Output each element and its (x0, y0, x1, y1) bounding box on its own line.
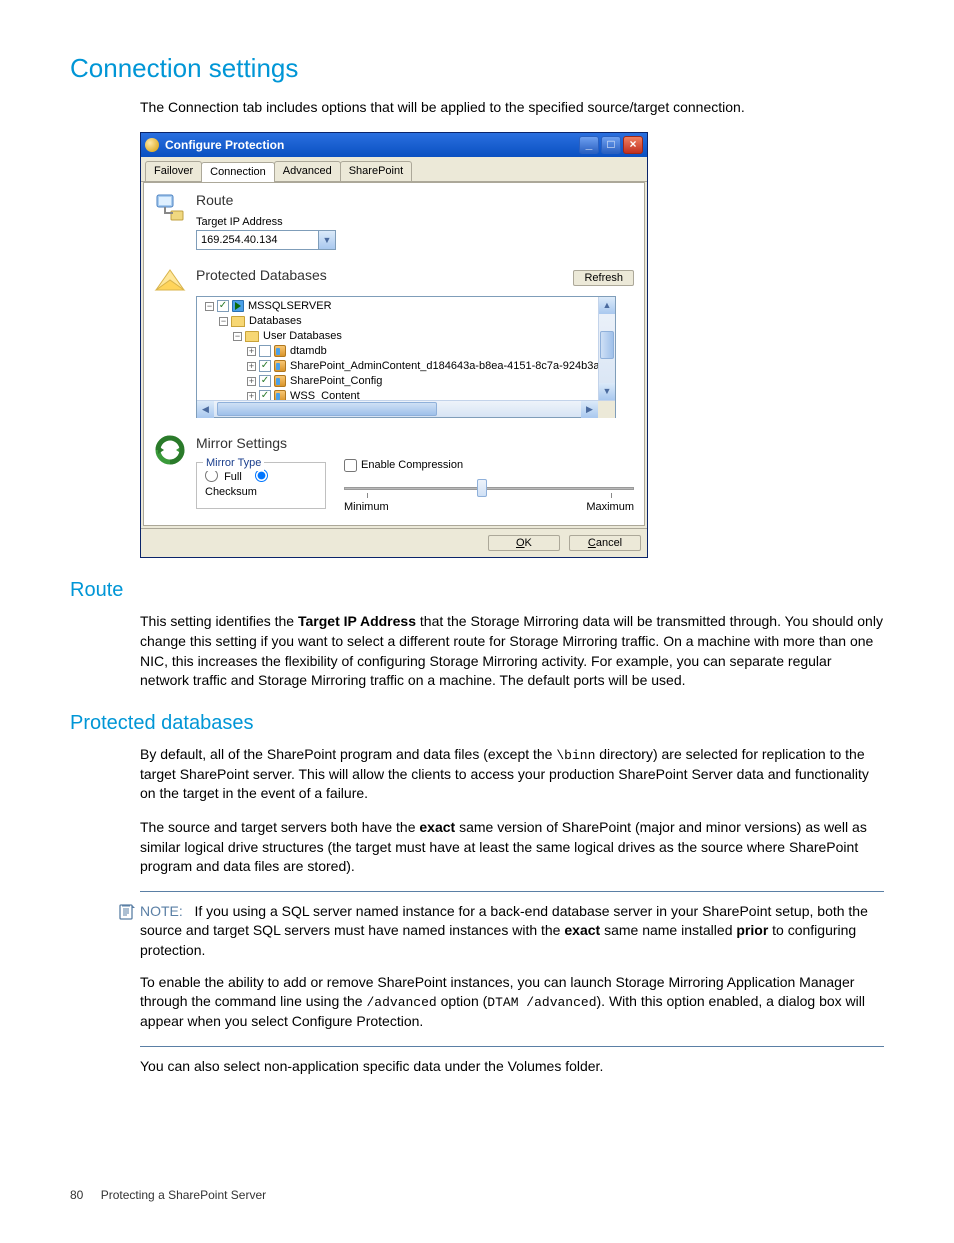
route-section: Route Target IP Address 169.254.40.134 ▼ (144, 183, 644, 258)
target-ip-label: Target IP Address (196, 215, 634, 230)
folder-icon (245, 331, 259, 342)
slider-min-label: Minimum (344, 500, 389, 515)
mirror-type-legend: Mirror Type (203, 456, 264, 471)
slider-max-label: Maximum (586, 500, 634, 515)
mirror-title: Mirror Settings (196, 434, 634, 454)
window-title: Configure Protection (165, 137, 577, 154)
scroll-corner (598, 401, 615, 418)
tab-connection[interactable]: Connection (201, 162, 275, 182)
db-icon (274, 345, 286, 357)
tree-node-label: MSSQLSERVER (248, 299, 332, 314)
dialog-button-bar: OK Cancel (141, 528, 647, 557)
vertical-scrollbar[interactable]: ▲ ▼ (598, 297, 615, 400)
folder-icon (231, 316, 245, 327)
checkbox[interactable] (259, 375, 271, 387)
mirror-section: Mirror Settings Mirror Type Full Checksu… (144, 426, 644, 525)
tree-node-label: Databases (249, 314, 302, 329)
chapter-title: Protecting a SharePoint Server (101, 1188, 266, 1202)
tree-node-label: SharePoint_Config (290, 374, 382, 389)
intro-text: The Connection tab includes options that… (140, 98, 884, 118)
compression-slider[interactable]: Minimum Maximum (344, 483, 634, 511)
expander-icon[interactable]: − (205, 302, 214, 311)
note-label: NOTE: (140, 903, 183, 919)
checksum-radio-label: Checksum (205, 486, 257, 498)
protected-db-title: Protected Databases (196, 266, 573, 286)
full-radio-label: Full (224, 471, 242, 483)
full-radio[interactable]: Full (205, 471, 242, 483)
maximize-button[interactable]: □ (601, 136, 621, 154)
configure-protection-screenshot: Configure Protection _ □ × Failover Conn… (140, 132, 884, 558)
checkbox[interactable] (259, 345, 271, 357)
enable-compression-label: Enable Compression (361, 458, 463, 473)
note-icon (118, 903, 140, 1032)
scroll-thumb[interactable] (600, 331, 614, 359)
app-icon (145, 138, 159, 152)
pd-paragraph-2: The source and target servers both have … (140, 818, 884, 877)
tree-node-label: dtamdb (290, 344, 327, 359)
expander-icon[interactable]: − (219, 317, 228, 326)
window-titlebar: Configure Protection _ □ × (141, 133, 647, 157)
window-client-area: Route Target IP Address 169.254.40.134 ▼… (143, 182, 645, 526)
checkbox[interactable] (259, 360, 271, 372)
tab-sharepoint[interactable]: SharePoint (340, 161, 412, 181)
mirror-icon (154, 434, 188, 466)
cancel-button[interactable]: Cancel (569, 535, 641, 551)
pd-paragraph-1: By default, all of the SharePoint progra… (140, 745, 884, 804)
envelope-icon (154, 266, 188, 294)
expander-icon[interactable]: + (247, 377, 256, 386)
protected-db-section: Protected Databases Refresh − MSSQLSERVER… (144, 258, 644, 426)
protected-databases-heading: Protected databases (70, 709, 884, 737)
db-tree[interactable]: −MSSQLSERVER −Databases −User Databases … (196, 296, 616, 418)
ok-button[interactable]: OK (488, 535, 560, 551)
db-icon (274, 360, 286, 372)
closing-paragraph: You can also select non-application spec… (140, 1057, 884, 1077)
expander-icon[interactable]: + (247, 362, 256, 371)
target-ip-combo[interactable]: 169.254.40.134 ▼ (196, 230, 336, 250)
minimize-button[interactable]: _ (579, 136, 599, 154)
tree-node-label: SharePoint_AdminContent_d184643a-b8ea-41… (290, 359, 606, 374)
note-divider-top (140, 891, 884, 892)
enable-compression-checkbox[interactable]: Enable Compression (344, 458, 634, 473)
page-number: 80 (70, 1188, 83, 1202)
page-title: Connection settings (70, 50, 884, 86)
route-paragraph: This setting identifies the Target IP Ad… (140, 612, 884, 690)
tab-strip: Failover Connection Advanced SharePoint (141, 157, 647, 182)
horizontal-scrollbar[interactable]: ◀ ▶ (197, 400, 615, 417)
tab-failover[interactable]: Failover (145, 161, 202, 181)
route-heading: Route (70, 576, 884, 604)
expander-icon[interactable]: + (247, 347, 256, 356)
note-divider-bottom (140, 1046, 884, 1047)
chevron-down-icon[interactable]: ▼ (318, 231, 335, 249)
tab-advanced[interactable]: Advanced (274, 161, 341, 181)
scroll-right-icon[interactable]: ▶ (581, 401, 598, 418)
tree-node-label: User Databases (263, 329, 342, 344)
refresh-button[interactable]: Refresh (573, 270, 634, 286)
note-block: NOTE: If you using a SQL server named in… (118, 902, 884, 1032)
expander-icon[interactable]: − (233, 332, 242, 341)
scroll-down-icon[interactable]: ▼ (599, 383, 615, 400)
scroll-left-icon[interactable]: ◀ (197, 401, 214, 418)
slider-thumb[interactable] (477, 479, 487, 497)
close-button[interactable]: × (623, 136, 643, 154)
page-footer: 80 Protecting a SharePoint Server (70, 1187, 884, 1204)
scroll-thumb[interactable] (217, 402, 437, 416)
route-title: Route (196, 191, 634, 211)
route-icon (154, 191, 188, 223)
server-icon (232, 300, 244, 312)
db-icon (274, 375, 286, 387)
mirror-type-group: Mirror Type Full Checksum (196, 462, 326, 510)
checkbox[interactable] (217, 300, 229, 312)
configure-protection-window: Configure Protection _ □ × Failover Conn… (140, 132, 648, 558)
target-ip-value: 169.254.40.134 (201, 233, 318, 248)
scroll-up-icon[interactable]: ▲ (599, 297, 615, 314)
